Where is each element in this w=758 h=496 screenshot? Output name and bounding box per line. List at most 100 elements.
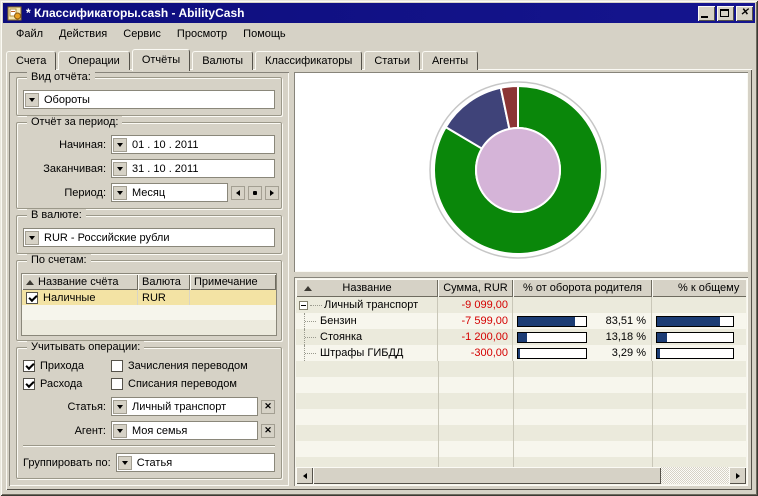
- period-step-value: Месяц: [128, 187, 165, 199]
- col-header-name[interactable]: Название: [296, 279, 438, 297]
- maximize-button[interactable]: [717, 6, 734, 21]
- menu-file[interactable]: Файл: [8, 26, 51, 42]
- account-row-cash[interactable]: Наличные RUR: [22, 290, 276, 305]
- start-date-label: Начиная:: [23, 139, 111, 151]
- app-window: * Классификаторы.cash - AbilityCash ✕ Фа…: [0, 0, 758, 496]
- start-date-field[interactable]: 01 . 10 . 2011: [111, 135, 275, 154]
- category-name: Стоянка: [320, 331, 362, 343]
- account-note: [190, 290, 276, 305]
- minimize-button[interactable]: [698, 6, 715, 21]
- next-period-button[interactable]: [265, 186, 279, 200]
- prev-period-button[interactable]: [231, 186, 245, 200]
- amount-value: -1 200,00: [438, 329, 513, 345]
- tree-line: [304, 313, 317, 329]
- amount-value: -300,00: [438, 345, 513, 361]
- minimize-icon: [701, 16, 708, 18]
- amount-value: -7 599,00: [438, 313, 513, 329]
- category-name: Личный транспорт: [324, 299, 418, 311]
- table-row[interactable]: Личный транспорт-9 099,00: [296, 297, 746, 313]
- percent-value: 3,29 %: [612, 347, 651, 359]
- close-icon: ✕: [264, 426, 272, 435]
- tab-accounts[interactable]: Счета: [6, 51, 56, 70]
- period-step-combobox[interactable]: Месяц: [111, 183, 228, 202]
- account-checkbox[interactable]: [26, 292, 43, 304]
- accounts-col-note[interactable]: Примечание: [190, 274, 276, 290]
- income-checkbox[interactable]: Прихода: [23, 360, 111, 372]
- percent-bar: [656, 316, 734, 327]
- period-step-label: Период:: [23, 187, 111, 199]
- menu-bar: Файл Действия Сервис Просмотр Помощь: [3, 24, 755, 44]
- expense-checkbox[interactable]: Расхода: [23, 378, 111, 390]
- turnover-pie-chart: БензинСтоянкаШтрафы ГИБДД: [296, 74, 737, 268]
- end-date-label: Заканчивая:: [23, 163, 111, 175]
- accounts-table-header: Название счёта Валюта Примечание: [22, 274, 276, 290]
- chevron-down-icon[interactable]: [113, 186, 127, 200]
- tab-articles[interactable]: Статьи: [364, 51, 420, 70]
- end-date-field[interactable]: 31 . 10 . 2011: [111, 159, 275, 178]
- arrow-right-icon: [270, 190, 274, 196]
- scrollbar-thumb[interactable]: [313, 467, 661, 484]
- menu-actions[interactable]: Действия: [51, 26, 115, 42]
- menu-help[interactable]: Помощь: [235, 26, 294, 42]
- tab-reports[interactable]: Отчёты: [132, 49, 190, 71]
- operations-group: Учитывать операции: Прихода Зачисления п…: [16, 347, 282, 479]
- arrow-right-icon: [736, 473, 740, 479]
- col-header-pct-total[interactable]: % к общему: [652, 279, 746, 297]
- chevron-down-icon[interactable]: [25, 93, 39, 107]
- separator: [23, 445, 275, 447]
- arrow-left-icon: [236, 190, 240, 196]
- menu-service[interactable]: Сервис: [115, 26, 169, 42]
- tab-strip: Счета Операции Отчёты Валюты Классификат…: [6, 49, 752, 70]
- menu-view[interactable]: Просмотр: [169, 26, 235, 42]
- tab-classifiers[interactable]: Классификаторы: [255, 51, 362, 70]
- chevron-down-icon[interactable]: [113, 400, 127, 414]
- sort-asc-icon: [26, 280, 34, 285]
- agent-combobox[interactable]: Моя семья: [111, 421, 258, 440]
- accounts-col-name[interactable]: Название счёта: [22, 274, 138, 290]
- horizontal-scrollbar: [296, 467, 746, 484]
- clear-article-button[interactable]: ✕: [261, 400, 275, 414]
- close-icon: ✕: [736, 6, 753, 21]
- clear-agent-button[interactable]: ✕: [261, 424, 275, 438]
- account-empty-row: [22, 320, 276, 335]
- chevron-down-icon[interactable]: [118, 456, 132, 470]
- tree-line: [304, 345, 317, 361]
- col-header-sum[interactable]: Сумма, RUR: [438, 279, 513, 297]
- report-type-group: Вид отчёта: Обороты: [16, 77, 282, 116]
- collapse-toggle[interactable]: [299, 301, 308, 310]
- table-row[interactable]: Стоянка-1 200,0013,18 %: [296, 329, 746, 345]
- percent-bar: [517, 316, 587, 327]
- chevron-down-icon[interactable]: [113, 162, 127, 176]
- currency-combobox[interactable]: RUR - Российские рубли: [23, 228, 275, 247]
- article-combobox[interactable]: Личный транспорт: [111, 397, 258, 416]
- scroll-right-button[interactable]: [729, 467, 746, 484]
- accounts-col-currency[interactable]: Валюта: [138, 274, 190, 290]
- scroll-left-button[interactable]: [296, 467, 313, 484]
- tab-currencies[interactable]: Валюты: [192, 51, 253, 70]
- title-bar: * Классификаторы.cash - AbilityCash ✕: [3, 3, 755, 23]
- end-date-value: 31 . 10 . 2011: [128, 163, 198, 175]
- table-row[interactable]: Бензин-7 599,0083,51 %: [296, 313, 746, 329]
- report-settings-panel: Вид отчёта: Обороты Отчёт за период: Нач…: [9, 72, 289, 486]
- report-type-combobox[interactable]: Обороты: [23, 90, 275, 109]
- col-header-pct-parent[interactable]: % от оборота родителя: [513, 279, 652, 297]
- group-by-combobox[interactable]: Статья: [116, 453, 275, 472]
- close-button[interactable]: ✕: [736, 6, 753, 21]
- transfer-in-checkbox[interactable]: Зачисления переводом: [111, 360, 248, 372]
- tab-operations[interactable]: Операции: [58, 51, 129, 70]
- currency-value: RUR - Российские рубли: [40, 232, 170, 244]
- report-type-value: Обороты: [40, 94, 90, 106]
- transfer-out-checkbox[interactable]: Списания переводом: [111, 378, 237, 390]
- table-row[interactable]: Штрафы ГИБДД-300,003,29 %: [296, 345, 746, 361]
- tree-line: [304, 329, 317, 345]
- chevron-down-icon[interactable]: [113, 138, 127, 152]
- report-type-group-label: Вид отчёта:: [27, 71, 95, 83]
- scrollbar-track[interactable]: [661, 467, 729, 484]
- report-table-body: Личный транспорт-9 099,00Бензин-7 599,00…: [296, 297, 746, 467]
- accounts-table: Название счёта Валюта Примечание Наличны…: [21, 273, 277, 336]
- chevron-down-icon[interactable]: [25, 231, 39, 245]
- chevron-down-icon[interactable]: [113, 424, 127, 438]
- tab-agents[interactable]: Агенты: [422, 51, 478, 70]
- arrow-left-icon: [303, 473, 307, 479]
- current-period-button[interactable]: [248, 186, 262, 200]
